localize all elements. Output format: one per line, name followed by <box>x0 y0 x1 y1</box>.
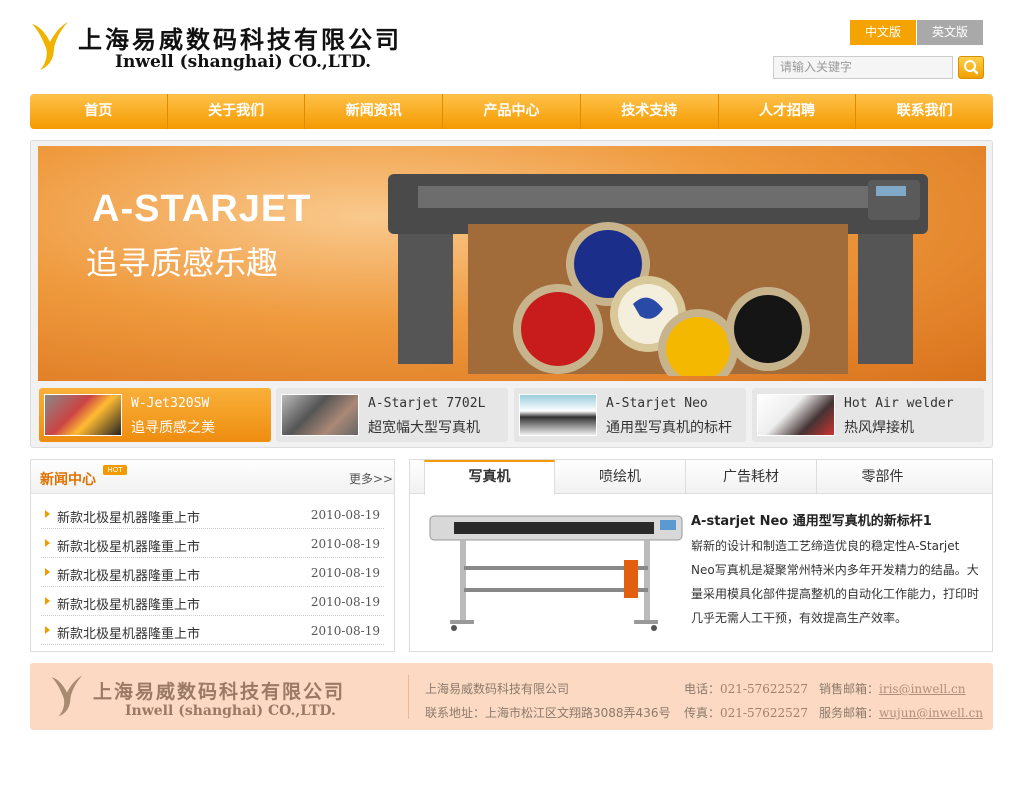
address-label: 联系地址： <box>425 706 486 720</box>
search-input[interactable]: 请输入关键字 <box>773 56 953 79</box>
footer-logo-mark-icon <box>51 675 83 717</box>
nav-item-support[interactable]: 技术支持 <box>581 94 719 129</box>
nav-item-contact[interactable]: 联系我们 <box>856 94 993 129</box>
product-image[interactable] <box>424 512 686 638</box>
address-value: 上海市松江区文翔路3088弄436号 <box>485 706 671 720</box>
news-item[interactable]: 新款北极星机器隆重上市 2010-08-19 <box>41 500 384 529</box>
footer-divider <box>408 675 409 719</box>
news-item-date: 2010-08-19 <box>310 595 380 609</box>
arrow-icon <box>45 539 50 547</box>
banner-thumb[interactable]: W-Jet320SW 追寻质感之美 <box>39 388 271 442</box>
news-item-title[interactable]: 新款北极星机器隆重上市 <box>57 507 200 526</box>
news-more-link[interactable]: 更多>> <box>349 470 393 487</box>
thumb-model: Hot Air welder <box>844 396 954 411</box>
nav-item-careers[interactable]: 人才招聘 <box>719 94 857 129</box>
fax-value: 021-57622527 <box>720 706 809 720</box>
footer-tel: 电话：021-57622527 <box>684 680 808 697</box>
arrow-icon <box>45 626 50 634</box>
search-icon <box>964 60 979 75</box>
lang-english-button[interactable]: 英文版 <box>917 20 983 45</box>
thumb-model: A-Starjet Neo <box>606 396 708 411</box>
news-header: 新闻中心 HOT 更多>> <box>31 460 394 494</box>
news-item-date: 2010-08-19 <box>310 508 380 522</box>
news-item-date: 2010-08-19 <box>310 624 380 638</box>
news-title: 新闻中心 <box>40 472 96 488</box>
product-title[interactable]: A-starjet Neo 通用型写真机的新标杆1 <box>691 510 932 529</box>
tab-inkjet-printer[interactable]: 喷绘机 <box>555 460 686 493</box>
tab-parts[interactable]: 零部件 <box>817 460 948 493</box>
news-item[interactable]: 新款北极星机器隆重上市 2010-08-19 <box>41 529 384 558</box>
arrow-icon <box>45 597 50 605</box>
news-item[interactable]: 新款北极星机器隆重上市 2010-08-19 <box>41 616 384 645</box>
news-item-title[interactable]: 新款北极星机器隆重上市 <box>57 565 200 584</box>
tab-photo-printer[interactable]: 写真机 <box>424 460 555 495</box>
news-item-title[interactable]: 新款北极星机器隆重上市 <box>57 536 200 555</box>
thumb-image <box>44 394 122 436</box>
news-panel: 新闻中心 HOT 更多>> 新款北极星机器隆重上市 2010-08-19 新款北… <box>30 459 395 652</box>
footer-logo-chinese: 上海易威数码科技有限公司 <box>93 681 346 703</box>
arrow-icon <box>45 510 50 518</box>
nav-item-about[interactable]: 关于我们 <box>168 94 306 129</box>
banner-thumb[interactable]: Hot Air welder 热风焊接机 <box>752 388 984 442</box>
footer-address: 联系地址：上海市松江区文翔路3088弄436号 <box>425 704 670 721</box>
tel-label: 电话： <box>684 682 721 696</box>
banner-image[interactable]: A-STARJET 追寻质感乐趣 <box>38 146 986 381</box>
nav-item-products[interactable]: 产品中心 <box>443 94 581 129</box>
site-footer: 上海易威数码科技有限公司 Inwell (shanghai) CO.,LTD. … <box>30 663 993 730</box>
footer-service-email: 服务邮箱：wujun@inwell.cn <box>819 704 983 721</box>
sales-email-link[interactable]: iris@inwell.cn <box>879 682 965 696</box>
thumb-caption: 通用型写真机的标杆 <box>606 420 732 436</box>
footer-company: 上海易威数码科技有限公司 <box>425 682 570 696</box>
search-button[interactable] <box>958 56 984 79</box>
nav-item-home[interactable]: 首页 <box>30 94 168 129</box>
logo-english-name: Inwell (shanghai) CO.,LTD. <box>115 52 372 72</box>
logo-mark-icon <box>32 22 68 70</box>
news-item[interactable]: 新款北极星机器隆重上市 2010-08-19 <box>41 587 384 616</box>
news-item-date: 2010-08-19 <box>310 566 380 580</box>
thumb-image <box>757 394 835 436</box>
thumb-caption: 追寻质感之美 <box>131 420 215 436</box>
printer-illustration <box>388 174 928 376</box>
product-description: 崭新的设计和制造工艺缔造优良的稳定性A-Starjet Neo写真机是凝聚常州特… <box>691 539 980 625</box>
lang-chinese-button[interactable]: 中文版 <box>850 20 916 45</box>
service-email-label: 服务邮箱： <box>819 706 880 720</box>
news-item[interactable]: 新款北极星机器隆重上市 2010-08-19 <box>41 558 384 587</box>
tel-value: 021-57622527 <box>720 682 809 696</box>
arrow-icon <box>45 568 50 576</box>
banner-thumb[interactable]: A-Starjet 7702L 超宽幅大型写真机 <box>276 388 508 442</box>
sales-email-label: 销售邮箱： <box>819 682 880 696</box>
fax-label: 传真： <box>684 706 721 720</box>
thumb-model: W-Jet320SW <box>131 396 210 411</box>
banner-thumb[interactable]: A-Starjet Neo 通用型写真机的标杆 <box>514 388 746 442</box>
footer-fax: 传真：021-57622527 <box>684 704 808 721</box>
thumb-model: A-Starjet 7702L <box>368 396 486 411</box>
banner-subtitle: 追寻质感乐趣 <box>86 245 279 281</box>
thumb-image <box>519 394 597 436</box>
news-item-date: 2010-08-19 <box>310 537 380 551</box>
nav-item-news[interactable]: 新闻资讯 <box>305 94 444 129</box>
tab-ad-supplies[interactable]: 广告耗材 <box>686 460 817 493</box>
news-item-title[interactable]: 新款北极星机器隆重上市 <box>57 594 200 613</box>
product-tabs: 写真机 喷绘机 广告耗材 零部件 <box>410 460 992 495</box>
footer-sales-email: 销售邮箱：iris@inwell.cn <box>819 680 965 697</box>
main-nav: 首页 关于我们 新闻资讯 产品中心 技术支持 人才招聘 联系我们 <box>30 94 993 129</box>
banner-title: A-STARJET <box>92 188 312 230</box>
footer-logo-english: Inwell (shanghai) CO.,LTD. <box>125 703 336 719</box>
thumb-image <box>281 394 359 436</box>
hot-badge: HOT <box>103 465 127 475</box>
thumb-caption: 热风焊接机 <box>844 420 914 436</box>
product-panel: 写真机 喷绘机 广告耗材 零部件 A-starjet Neo 通用型写真机的新标… <box>409 459 993 652</box>
logo-chinese-name: 上海易威数码科技有限公司 <box>78 25 402 54</box>
service-email-link[interactable]: wujun@inwell.cn <box>879 706 983 720</box>
site-logo[interactable]: 上海易威数码科技有限公司 Inwell (shanghai) CO.,LTD. <box>30 18 430 76</box>
news-item-title[interactable]: 新款北极星机器隆重上市 <box>57 623 200 642</box>
thumb-caption: 超宽幅大型写真机 <box>368 420 480 436</box>
